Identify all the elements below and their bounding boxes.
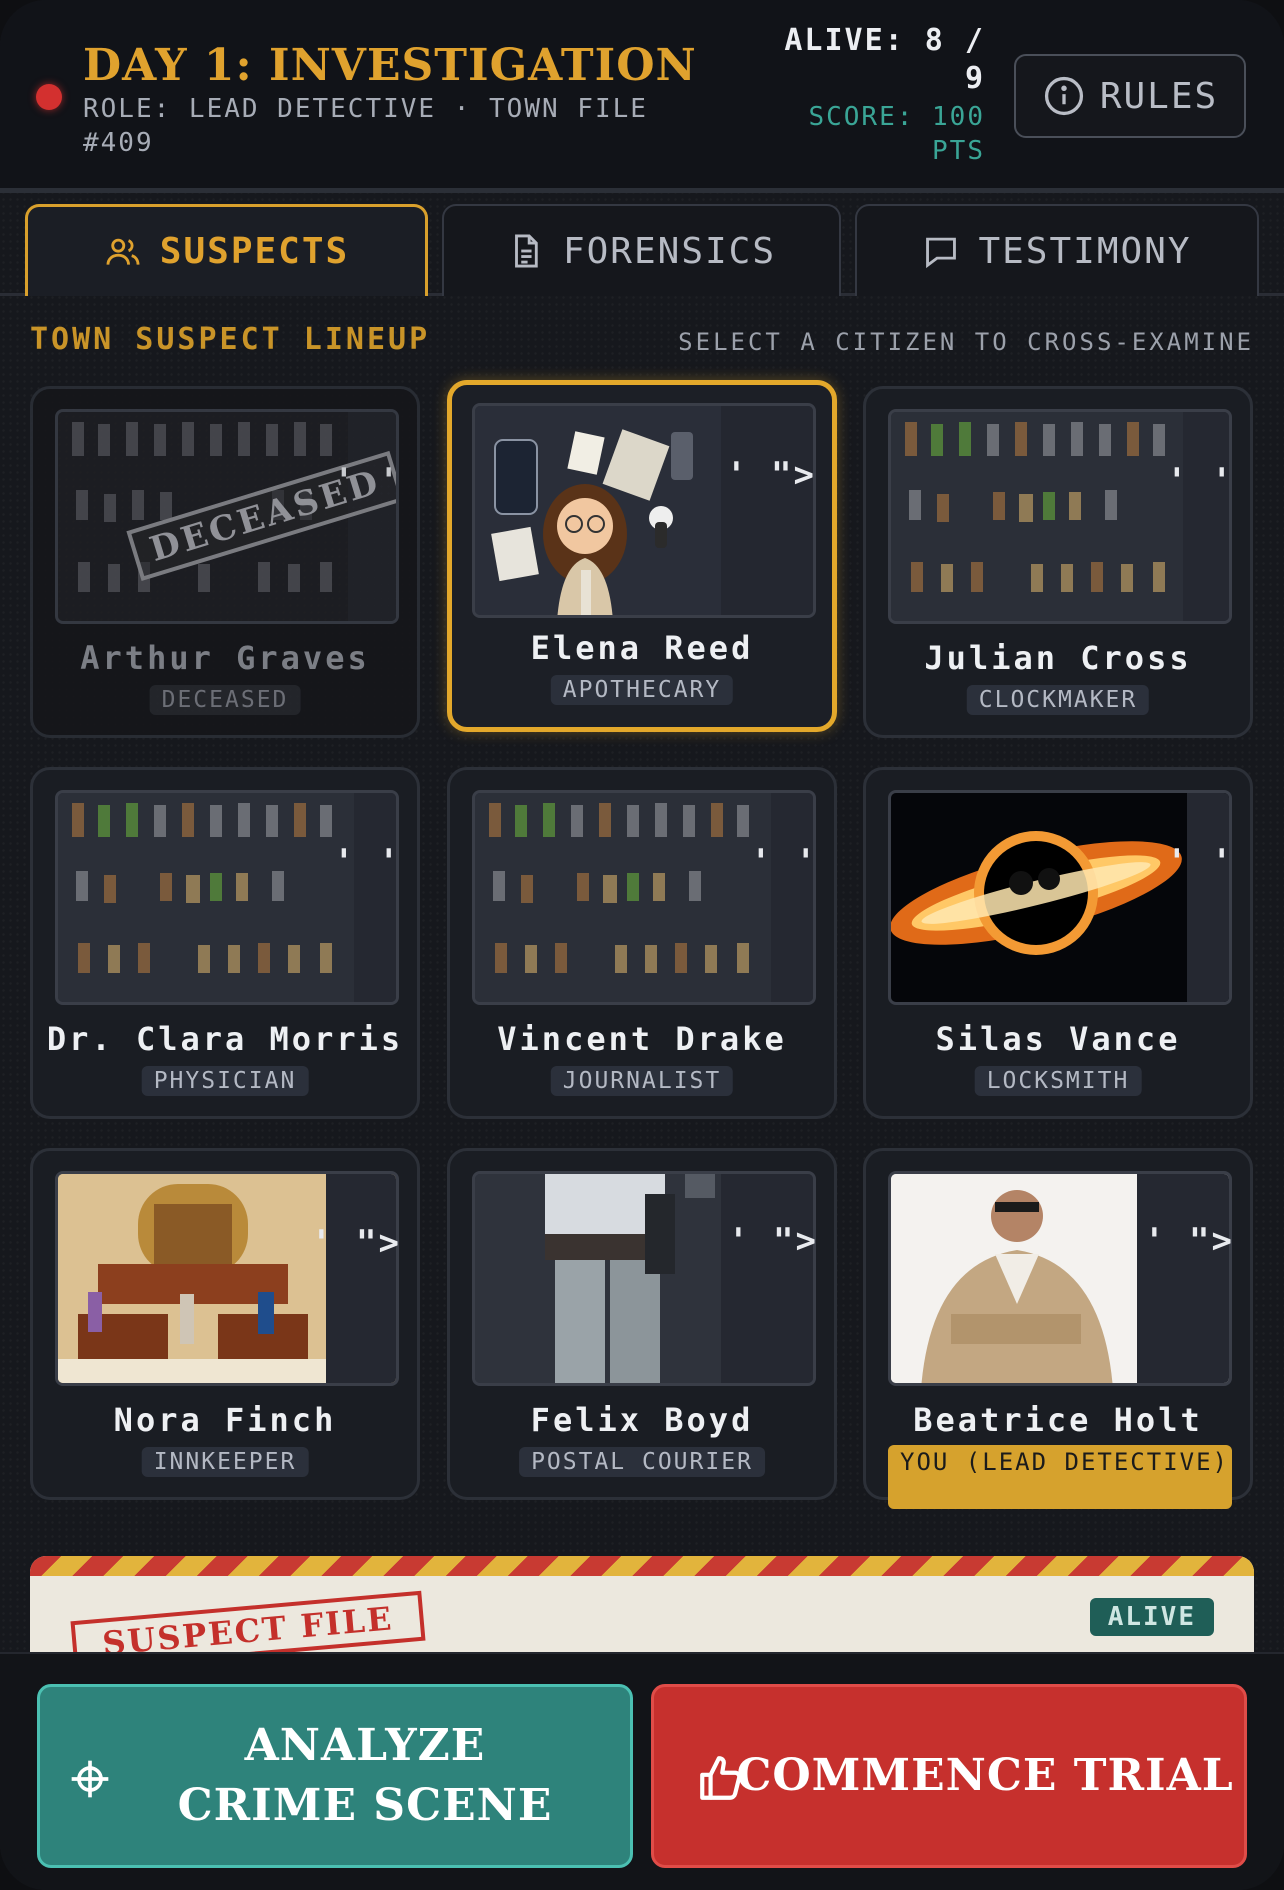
- suspect-portrait: [888, 1171, 1232, 1386]
- suspect-card-vincent-drake[interactable]: ' ' Vincent Drake JOURNALIST: [447, 767, 837, 1119]
- suspect-name: Elena Reed: [530, 629, 754, 667]
- suspect-card-nora-finch[interactable]: ' "> Nora Finch INNKEEPER: [30, 1148, 420, 1500]
- black-hole-image: [891, 793, 1229, 1002]
- suspect-name: Silas Vance: [935, 1020, 1181, 1058]
- quote-marks: ' ': [750, 842, 818, 882]
- quote-marks: ' ">: [728, 1221, 818, 1261]
- suspect-name: Vincent Drake: [497, 1020, 787, 1058]
- tab-suspects[interactable]: SUSPECTS: [25, 204, 428, 296]
- suspect-card-silas-vance[interactable]: ' ' Silas Vance LOCKSMITH: [863, 767, 1253, 1119]
- analyze-label: ANALYZE CRIME SCENE: [177, 1720, 553, 1831]
- suspect-portrait: [55, 1171, 399, 1386]
- suspect-role-badge: PHYSICIAN: [141, 1066, 309, 1096]
- quote-marks: ' ">: [726, 455, 816, 495]
- info-icon: [1044, 76, 1083, 116]
- crosshair-icon: [71, 1760, 109, 1798]
- suspect-card-felix-boyd[interactable]: ' "> Felix Boyd POSTAL COURIER: [447, 1148, 837, 1500]
- suspect-name: Beatrice Holt: [913, 1401, 1203, 1439]
- suspect-role-badge: JOURNALIST: [550, 1066, 734, 1096]
- role-line: ROLE: LEAD DETECTIVE · TOWN FILE #409: [83, 94, 648, 158]
- suspect-portrait: [888, 790, 1232, 1005]
- quote-marks: ' ': [333, 842, 401, 882]
- analyze-crime-scene-button[interactable]: ANALYZE CRIME SCENE: [37, 1684, 633, 1868]
- suspect-card-arthur-graves[interactable]: DECEASED ' ' Arthur Graves DECEASED: [30, 386, 420, 738]
- suspect-name: Felix Boyd: [530, 1401, 754, 1439]
- suspect-card-julian-cross[interactable]: ' ' Julian Cross CLOCKMAKER: [863, 386, 1253, 738]
- suspect-name: Julian Cross: [924, 639, 1192, 677]
- bottom-action-bar: ANALYZE CRIME SCENE COMMENCE TRIAL: [0, 1652, 1284, 1890]
- suspect-card-elena-reed[interactable]: ' "> Elena Reed APOTHECARY: [447, 380, 837, 732]
- suspect-portrait: [472, 790, 816, 1005]
- trial-label: COMMENCE TRIAL: [736, 1750, 1234, 1801]
- rules-label: RULES: [1099, 75, 1219, 117]
- quote-marks: ' ">: [1144, 1221, 1234, 1261]
- tab-suspects-label: SUSPECTS: [159, 231, 350, 272]
- pixel-villagers-image: [58, 793, 396, 1002]
- suspect-name: Arthur Graves: [80, 639, 370, 677]
- rules-button[interactable]: RULES: [1014, 54, 1246, 138]
- suspect-portrait: [55, 790, 399, 1005]
- trenchcoat-man-image: [891, 1174, 1229, 1383]
- figure-legs-image: [475, 1174, 813, 1383]
- alive-counter: ALIVE: 8 / 9: [784, 23, 985, 96]
- suspect-role-badge: INNKEEPER: [141, 1447, 309, 1477]
- suspect-name: Nora Finch: [113, 1401, 337, 1439]
- chat-icon: [926, 237, 957, 269]
- suspect-role-badge: CLOCKMAKER: [966, 685, 1150, 715]
- suspect-portrait: [472, 1171, 816, 1386]
- you-lead-detective-badge: YOU (LEAD DETECTIVE): [888, 1445, 1232, 1509]
- score-counter: SCORE: 100 PTS: [808, 102, 985, 166]
- suspect-role-badge: POSTAL COURIER: [519, 1447, 765, 1477]
- tab-bar: SUSPECTS FORENSICS TESTIMONY: [0, 198, 1284, 296]
- quote-marks: ' ': [1166, 842, 1234, 882]
- hazard-stripe: [30, 1556, 1254, 1576]
- day-title: DAY 1: INVESTIGATION: [83, 40, 697, 91]
- commence-trial-button[interactable]: COMMENCE TRIAL: [651, 1684, 1247, 1868]
- thumbs-up-icon: [700, 1756, 742, 1800]
- tab-forensics[interactable]: FORENSICS: [442, 204, 841, 296]
- suspect-portrait: [888, 409, 1232, 624]
- app-frame: DAY 1: INVESTIGATION ROLE: LEAD DETECTIV…: [0, 0, 1284, 1890]
- suspect-role-badge: DECEASED: [149, 685, 301, 715]
- pixel-villagers-image: [475, 793, 813, 1002]
- document-icon: [515, 234, 538, 268]
- cartoon-reporter-image: [475, 406, 813, 615]
- quote-marks: ' ': [333, 461, 401, 501]
- tab-testimony-label: TESTIMONY: [978, 230, 1192, 272]
- top-header: DAY 1: INVESTIGATION ROLE: LEAD DETECTIV…: [0, 0, 1284, 193]
- courtroom-image: [58, 1174, 396, 1383]
- pixel-villagers-image: [891, 412, 1229, 621]
- suspect-portrait: [472, 403, 816, 618]
- lineup-hint: SELECT A CITIZEN TO CROSS-EXAMINE: [678, 328, 1254, 356]
- lineup-title: TOWN SUSPECT LINEUP: [30, 322, 431, 357]
- alive-status-badge: ALIVE: [1089, 1598, 1214, 1636]
- tab-forensics-label: FORENSICS: [562, 230, 777, 272]
- tab-testimony[interactable]: TESTIMONY: [855, 204, 1259, 296]
- users-icon: [106, 238, 140, 265]
- quote-marks: ' ': [1166, 461, 1234, 501]
- suspect-portrait: DECEASED: [55, 409, 399, 624]
- suspect-card-beatrice-holt[interactable]: ' "> Beatrice Holt YOU (LEAD DETECTIVE): [863, 1148, 1253, 1509]
- status-dot-icon: [36, 84, 62, 110]
- suspect-card-clara-morris[interactable]: ' ' Dr. Clara Morris PHYSICIAN: [30, 767, 420, 1119]
- quote-marks: ' ">: [311, 1223, 401, 1263]
- suspect-name: Dr. Clara Morris: [46, 1020, 404, 1058]
- suspect-role-badge: APOTHECARY: [550, 675, 734, 705]
- suspect-role-badge: LOCKSMITH: [974, 1066, 1142, 1096]
